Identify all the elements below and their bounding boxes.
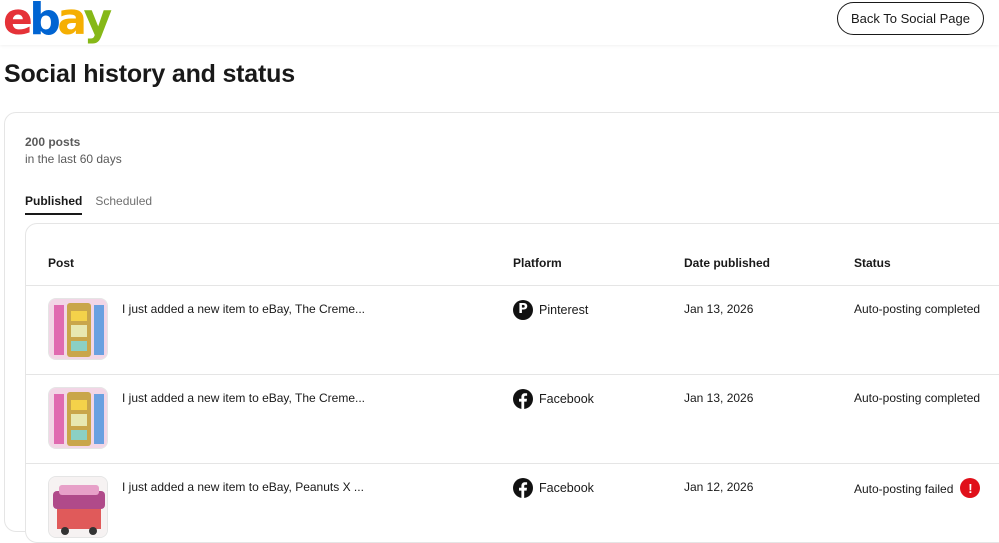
tab-scheduled[interactable]: Scheduled bbox=[95, 194, 152, 215]
column-header-date: Date published bbox=[684, 256, 771, 270]
tab-list: Published Scheduled bbox=[25, 194, 152, 215]
post-text[interactable]: I just added a new item to eBay, The Cre… bbox=[122, 391, 365, 405]
history-card: 200 posts in the last 60 days Published … bbox=[4, 112, 999, 543]
posts-table: Post Platform Date published Status I ju… bbox=[25, 223, 999, 543]
status-label: Auto-posting failed bbox=[854, 482, 954, 496]
pinterest-icon: P bbox=[513, 300, 533, 320]
platform-cell: Facebook bbox=[513, 389, 594, 409]
date-published: Jan 13, 2026 bbox=[684, 302, 754, 316]
status-label: Auto-posting completed bbox=[854, 302, 981, 316]
table-row[interactable]: I just added a new item to eBay, Peanuts… bbox=[26, 463, 999, 542]
column-header-post: Post bbox=[48, 256, 75, 270]
ebay-logo[interactable]: ebay bbox=[3, 0, 113, 46]
logo-letter-b: b bbox=[29, 0, 61, 45]
facebook-icon bbox=[513, 478, 533, 498]
column-header-platform: Platform bbox=[513, 256, 562, 270]
facebook-icon bbox=[513, 389, 533, 409]
table-row[interactable]: I just added a new item to eBay, The Cre… bbox=[26, 374, 999, 463]
post-thumbnail bbox=[48, 476, 108, 538]
post-thumbnail bbox=[48, 387, 108, 449]
status-cell: Auto-posting completed bbox=[854, 391, 980, 405]
top-bar: ebay Back To Social Page bbox=[0, 0, 999, 45]
logo-letter-a: a bbox=[57, 0, 87, 45]
logo-letter-e: e bbox=[3, 0, 33, 45]
post-count: 200 posts bbox=[25, 135, 81, 149]
error-alert-icon[interactable]: ! bbox=[960, 478, 981, 498]
platform-label: Facebook bbox=[539, 392, 594, 406]
table-row[interactable]: I just added a new item to eBay, The Cre… bbox=[26, 285, 999, 374]
date-published: Jan 13, 2026 bbox=[684, 391, 754, 405]
platform-label: Facebook bbox=[539, 481, 594, 495]
column-header-status: Status bbox=[854, 256, 891, 270]
tab-published[interactable]: Published bbox=[25, 194, 83, 215]
status-cell: Auto-posting completed bbox=[854, 302, 980, 316]
logo-letter-y: y bbox=[83, 0, 113, 45]
post-text[interactable]: I just added a new item to eBay, Peanuts… bbox=[122, 480, 364, 494]
platform-cell: P Pinterest bbox=[513, 300, 588, 320]
platform-label: Pinterest bbox=[539, 303, 589, 317]
page-title: Social history and status bbox=[4, 60, 295, 88]
status-label: Auto-posting completed bbox=[854, 391, 981, 405]
post-text[interactable]: I just added a new item to eBay, The Cre… bbox=[122, 302, 365, 316]
status-cell: Auto-posting failed ! bbox=[854, 478, 981, 498]
post-range: in the last 60 days bbox=[25, 152, 122, 166]
date-published: Jan 12, 2026 bbox=[684, 480, 754, 494]
post-thumbnail bbox=[48, 298, 108, 360]
platform-cell: Facebook bbox=[513, 478, 594, 498]
back-to-social-page-button[interactable]: Back To Social Page bbox=[837, 2, 984, 35]
